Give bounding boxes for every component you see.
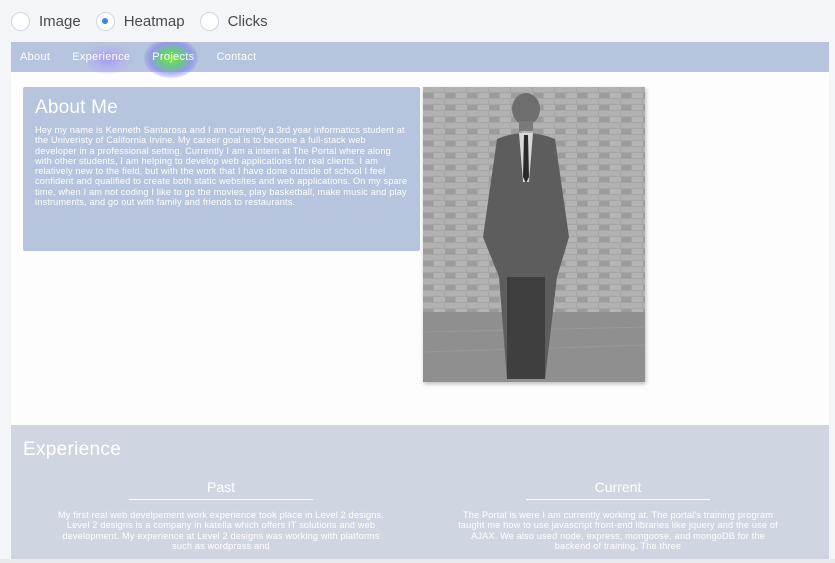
heatmap-viewer: Image Heatmap Clicks About Experience Pr… [0,0,835,563]
page-preview: About Experience Projects Contact About … [11,42,829,563]
mode-label-clicks: Clicks [227,12,268,30]
preview-bottom-edge [0,559,835,563]
nav-link-contact[interactable]: Contact [216,51,256,63]
past-text: My first real web develpement work exper… [58,510,384,552]
nav-link-projects[interactable]: Projects [152,51,194,63]
mode-label-heatmap: Heatmap [123,12,185,30]
site-navbar: About Experience Projects Contact [11,42,829,78]
radio-selected-dot [102,18,109,24]
about-card: About Me Hey my name is Kenneth Santaros… [23,87,420,251]
experience-title: Experience [23,439,122,460]
mode-option-image[interactable]: Image [11,11,81,31]
experience-past-column: Past My first real web develpement work … [51,479,391,552]
view-mode-selector: Image Heatmap Clicks [0,0,835,42]
mode-label-image: Image [39,12,81,30]
mode-option-clicks[interactable]: Clicks [199,11,268,31]
profile-photo-image [423,87,645,382]
about-title: About Me [35,97,118,118]
experience-section: Experience Past My first real web develp… [11,425,829,563]
image-radio[interactable] [11,11,30,31]
profile-photo [423,87,645,382]
past-heading: Past [129,479,313,500]
clicks-radio[interactable] [199,11,219,31]
current-text: The Portal is were I am currently workin… [458,510,778,552]
mode-option-heatmap[interactable]: Heatmap [95,11,185,31]
about-text: Hey my name is Kenneth Santarosa and I a… [35,125,408,208]
heatmap-radio[interactable] [95,11,115,31]
current-heading: Current [526,479,710,500]
nav-link-about[interactable]: About [20,51,50,63]
experience-current-column: Current The Portal is were I am currentl… [448,479,788,552]
nav-link-experience[interactable]: Experience [72,51,130,63]
